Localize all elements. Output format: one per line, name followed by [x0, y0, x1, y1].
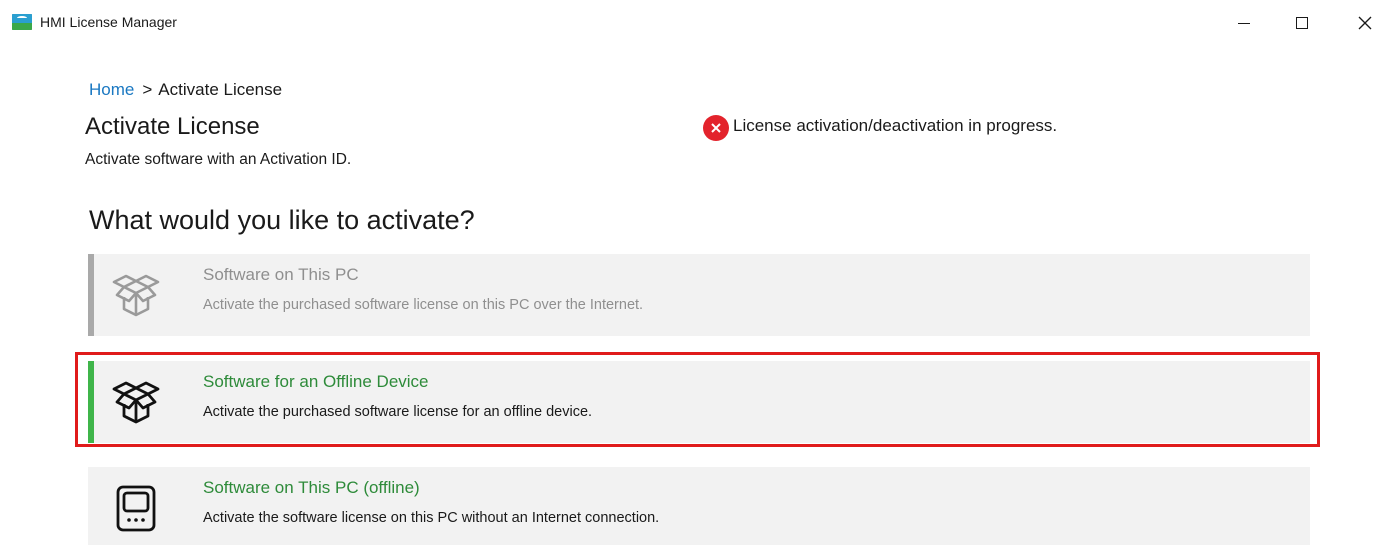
breadcrumb-separator: > [142, 80, 153, 99]
open-box-icon [112, 381, 160, 424]
option-software-on-this-pc[interactable]: Software on This PC Activate the purchas… [88, 254, 1310, 336]
option-accent-bar [88, 467, 94, 545]
option-title: Software for an Offline Device [203, 372, 429, 391]
maximize-icon [1296, 17, 1308, 29]
option-title: Software on This PC (offline) [203, 478, 420, 497]
window-title: HMI License Manager [40, 14, 177, 30]
option-description: Activate the purchased software license … [203, 297, 644, 313]
breadcrumb: Home > Activate License [89, 80, 282, 100]
title-bar: HMI License Manager [0, 0, 1381, 44]
close-button[interactable] [1345, 8, 1381, 38]
option-accent-bar [88, 361, 94, 443]
option-accent-bar [88, 254, 94, 336]
breadcrumb-home-link[interactable]: Home [89, 80, 134, 99]
breadcrumb-current: Activate License [158, 80, 283, 99]
option-description: Activate the software license on this PC… [203, 510, 660, 526]
minimize-icon [1238, 22, 1250, 24]
option-title: Software on This PC [203, 265, 359, 284]
option-description: Activate the purchased software license … [203, 404, 593, 420]
maximize-button[interactable] [1282, 8, 1322, 38]
error-icon [703, 115, 729, 141]
option-software-for-offline-device[interactable]: Software for an Offline Device Activate … [88, 361, 1310, 443]
app-logo-icon [12, 14, 32, 30]
status-message: License activation/deactivation in progr… [703, 111, 1057, 141]
section-heading: What would you like to activate? [89, 205, 475, 235]
close-icon [1358, 16, 1372, 30]
hmi-device-icon [116, 485, 156, 532]
open-box-icon [112, 274, 160, 317]
page-title: Activate License [85, 113, 260, 140]
minimize-button[interactable] [1224, 8, 1264, 38]
page-subtitle: Activate software with an Activation ID. [85, 151, 352, 168]
status-text: License activation/deactivation in progr… [733, 116, 1058, 135]
option-software-on-this-pc-offline[interactable]: Software on This PC (offline) Activate t… [88, 467, 1310, 545]
